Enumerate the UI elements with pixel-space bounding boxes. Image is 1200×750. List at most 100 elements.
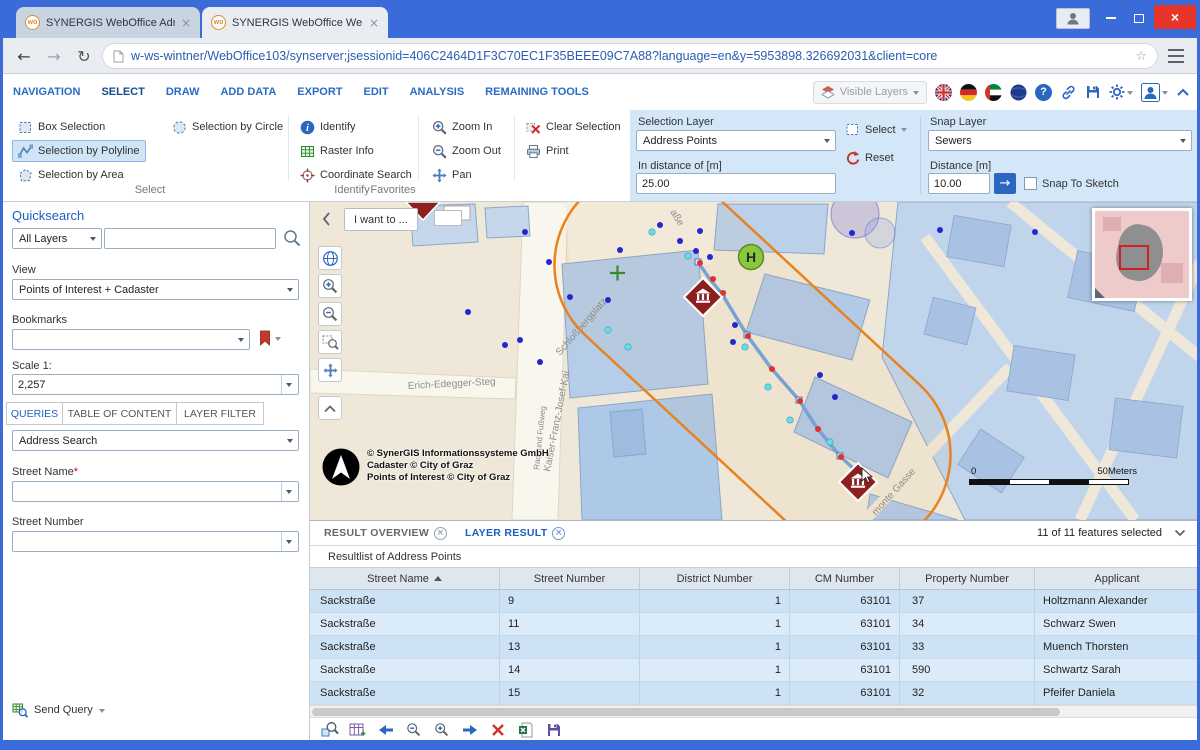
scale-dropdown-button[interactable] (281, 375, 298, 394)
maximize-button[interactable] (1126, 8, 1152, 28)
export-excel-button[interactable] (516, 720, 535, 739)
column-header-street-number[interactable]: Street Number (500, 568, 640, 589)
street-number-dropdown-button[interactable] (281, 532, 298, 551)
print-tool[interactable]: Print (520, 140, 575, 162)
table-row[interactable]: Sackstraße 14 1 63101 590 Schwartz Sarah (310, 659, 1200, 682)
column-header-district-number[interactable]: District Number (640, 568, 790, 589)
table-row[interactable]: Sackstraße 13 1 63101 33 Muench Thorsten (310, 636, 1200, 659)
select-dropdown-button[interactable]: Select (845, 122, 907, 137)
browser-menu-button[interactable] (1164, 44, 1188, 68)
selection-by-circle-tool[interactable]: Selection by Circle (166, 116, 289, 138)
tab-layer-filter[interactable]: LAYER FILTER (176, 402, 264, 425)
selection-by-polyline-tool[interactable]: Selection by Polyline (12, 140, 146, 162)
globe-dark-icon[interactable] (1010, 84, 1027, 101)
close-tab-icon[interactable]: × (434, 527, 447, 540)
map-pan-button[interactable] (318, 358, 342, 382)
distance-input[interactable] (636, 173, 836, 194)
browser-tab-admin[interactable]: wo SYNERGIS WebOffice Adm × (16, 7, 200, 38)
save-button[interactable] (1085, 84, 1101, 100)
i-want-to-box[interactable] (434, 210, 462, 226)
map-zoom-in-button[interactable] (318, 274, 342, 298)
menu-select[interactable]: SELECT (101, 86, 144, 98)
uk-flag-icon[interactable] (935, 84, 952, 101)
tab-result-overview[interactable]: RESULT OVERVIEW × (324, 527, 447, 540)
selection-by-area-tool[interactable]: Selection by Area (12, 164, 130, 186)
raster-info-tool[interactable]: Raster Info (294, 140, 380, 162)
table-row[interactable]: Sackstraße 15 1 63101 32 Pfeifer Daniela (310, 682, 1200, 705)
menu-export[interactable]: EXPORT (297, 86, 342, 98)
germany-flag-icon[interactable] (960, 84, 977, 101)
menu-remaining-tools[interactable]: REMAINING TOOLS (485, 86, 589, 98)
column-header-property-number[interactable]: Property Number (900, 568, 1035, 589)
query-select[interactable]: Address Search (12, 430, 299, 451)
url-field[interactable]: w-ws-wintner/WebOffice103/synserver;jses… (102, 43, 1158, 69)
scrollbar-thumb[interactable] (312, 708, 1060, 716)
zoom-in-tool[interactable]: Zoom In (426, 116, 498, 138)
reload-button[interactable]: ↻ (72, 44, 96, 68)
i-want-to-button[interactable]: I want to ... (344, 208, 418, 231)
scale-combo[interactable] (12, 374, 299, 395)
collapse-sidebar-button[interactable] (322, 212, 330, 226)
next-result-button[interactable] (460, 720, 479, 739)
previous-result-button[interactable] (376, 720, 395, 739)
profile-button[interactable] (1056, 8, 1090, 29)
selection-layer-select[interactable]: Address Points (636, 130, 836, 151)
street-number-input[interactable] (13, 532, 281, 551)
street-name-input[interactable] (13, 482, 281, 501)
reset-button[interactable]: Reset (845, 150, 894, 165)
menu-edit[interactable]: EDIT (364, 86, 389, 98)
zoom-window-button[interactable] (318, 330, 342, 354)
identify-tool[interactable]: i Identify (294, 116, 361, 138)
overview-globe-button[interactable] (318, 246, 342, 270)
column-header-applicant[interactable]: Applicant (1035, 568, 1200, 589)
map-zoom-out-button[interactable] (318, 302, 342, 326)
help-button[interactable]: ? (1035, 84, 1052, 101)
add-bookmark-button[interactable] (258, 330, 281, 346)
table-row[interactable]: Sackstraße 9 1 63101 37 Holtzmann Alexan… (310, 590, 1200, 613)
pan-tool[interactable]: Pan (426, 164, 478, 186)
visible-layers-dropdown[interactable]: Visible Layers (813, 81, 927, 104)
save-result-button[interactable] (544, 720, 563, 739)
street-name-combo[interactable] (12, 481, 299, 502)
zoom-out-result-button[interactable] (404, 720, 423, 739)
box-selection-tool[interactable]: Box Selection (12, 116, 111, 138)
settings-button[interactable] (1109, 84, 1133, 100)
link-button[interactable] (1060, 84, 1077, 101)
zoom-in-result-button[interactable] (432, 720, 451, 739)
uae-flag-icon[interactable] (985, 84, 1002, 101)
close-button[interactable]: × (1154, 5, 1196, 29)
menu-add-data[interactable]: ADD DATA (220, 86, 276, 98)
overview-resize-handle[interactable] (1095, 288, 1105, 298)
bookmarks-select[interactable] (12, 329, 250, 350)
snap-to-sketch-checkbox[interactable] (1024, 177, 1037, 190)
minimize-button[interactable] (1098, 8, 1124, 28)
collapse-tools-button[interactable] (318, 396, 342, 420)
street-number-combo[interactable] (12, 531, 299, 552)
bookmark-star-icon[interactable]: ☆ (1135, 49, 1147, 64)
h-stop-marker[interactable]: H (739, 245, 764, 270)
zoom-to-selection-button[interactable] (320, 720, 339, 739)
horizontal-scrollbar[interactable] (310, 705, 1200, 718)
tab-close-icon[interactable]: × (369, 16, 379, 30)
collapse-panel-button[interactable] (1174, 529, 1186, 537)
tab-queries[interactable]: QUERIES (6, 402, 63, 425)
menu-draw[interactable]: DRAW (166, 86, 200, 98)
close-tab-icon[interactable]: × (552, 527, 565, 540)
street-name-dropdown-button[interactable] (281, 482, 298, 501)
snap-layer-select[interactable]: Sewers (928, 130, 1192, 151)
table-row[interactable]: Sackstraße 11 1 63101 34 Schwarz Swen (310, 613, 1200, 636)
forward-button[interactable]: → (42, 44, 66, 68)
view-select[interactable]: Points of Interest + Cadaster (12, 279, 299, 300)
apply-snap-button[interactable]: → (994, 173, 1016, 194)
clear-selection-tool[interactable]: Clear Selection (520, 116, 627, 138)
menu-analysis[interactable]: ANALYSIS (410, 86, 465, 98)
quicksearch-input[interactable] (104, 228, 276, 249)
browser-tab-web[interactable]: wo SYNERGIS WebOffice Web × (202, 7, 388, 38)
quicksearch-layer-select[interactable]: All Layers (12, 228, 102, 249)
tab-table-of-content[interactable]: TABLE OF CONTENT (62, 402, 177, 425)
tab-close-icon[interactable]: × (181, 16, 191, 30)
remove-result-button[interactable] (488, 720, 507, 739)
tab-layer-result[interactable]: LAYER RESULT × (465, 527, 565, 540)
snap-distance-input[interactable] (928, 173, 990, 194)
overview-map[interactable] (1092, 208, 1192, 301)
